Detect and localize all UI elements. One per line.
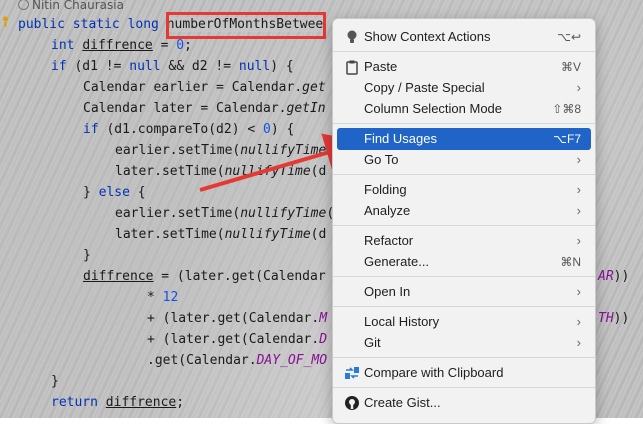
menu-item-label: Go To (364, 152, 399, 167)
menu-item-shortcut: ⌥↩ (557, 30, 581, 44)
menu-separator (333, 276, 595, 277)
menu-item-label: Column Selection Mode (364, 101, 503, 116)
github-icon (344, 395, 360, 411)
menu-item-shortcut: ⌘V (560, 60, 581, 74)
menu-item-label: Copy / Paste Special (364, 80, 485, 95)
menu-local-history[interactable]: Local History › (337, 311, 591, 333)
menu-generate[interactable]: Generate... ⌘N (337, 251, 591, 273)
chevron-right-icon: › (576, 80, 581, 95)
chevron-right-icon: › (576, 203, 581, 218)
menu-refactor[interactable]: Refactor › (337, 230, 591, 252)
chevron-right-icon: › (576, 233, 581, 248)
menu-item-label: Show Context Actions (364, 29, 491, 44)
menu-find-usages[interactable]: Find Usages ⌥F7 (337, 128, 591, 150)
menu-create-gist[interactable]: Create Gist... (337, 392, 591, 414)
menu-item-label: Generate... (364, 254, 430, 269)
menu-item-label: Paste (364, 59, 398, 74)
menu-item-shortcut: ⌘N (560, 255, 581, 269)
menu-separator (333, 387, 595, 388)
chevron-right-icon: › (576, 314, 581, 329)
menu-column-selection-mode[interactable]: Column Selection Mode ⇧⌘8 (337, 98, 591, 120)
menu-item-label: Compare with Clipboard (364, 365, 504, 380)
bulb-icon (344, 29, 360, 45)
chevron-right-icon: › (576, 182, 581, 197)
chevron-right-icon: › (576, 152, 581, 167)
menu-item-label: Create Gist... (364, 395, 441, 410)
menu-open-in[interactable]: Open In › (337, 281, 591, 303)
menu-git[interactable]: Git › (337, 332, 591, 354)
menu-show-context-actions[interactable]: Show Context Actions ⌥↩ (337, 26, 591, 48)
menu-paste[interactable]: Paste ⌘V (337, 56, 591, 78)
menu-item-label: Local History (364, 314, 440, 329)
menu-item-label: Git (364, 335, 381, 350)
chevron-right-icon: › (576, 335, 581, 350)
context-menu: Show Context Actions ⌥↩ Paste ⌘V Copy / Past… (332, 18, 596, 424)
chevron-right-icon: › (576, 284, 581, 299)
menu-separator (333, 174, 595, 175)
menu-item-label: Refactor (364, 233, 414, 248)
menu-separator (333, 225, 595, 226)
menu-separator (333, 306, 595, 307)
menu-analyze[interactable]: Analyze › (337, 200, 591, 222)
menu-item-label: Open In (364, 284, 411, 299)
menu-item-label: Analyze (364, 203, 411, 218)
menu-folding[interactable]: Folding › (337, 179, 591, 201)
menu-item-shortcut: ⌥F7 (553, 132, 581, 146)
menu-compare-with-clipboard[interactable]: Compare with Clipboard (337, 362, 591, 384)
menu-item-label: Folding (364, 182, 407, 197)
menu-copy-paste-special[interactable]: Copy / Paste Special › (337, 77, 591, 99)
menu-separator (333, 51, 595, 52)
menu-item-shortcut: ⇧⌘8 (552, 102, 581, 116)
menu-go-to[interactable]: Go To › (337, 149, 591, 171)
menu-separator (333, 123, 595, 124)
menu-item-label: Find Usages (364, 131, 437, 146)
menu-separator (333, 357, 595, 358)
clipboard-icon (344, 59, 360, 75)
compare-icon (344, 365, 360, 381)
